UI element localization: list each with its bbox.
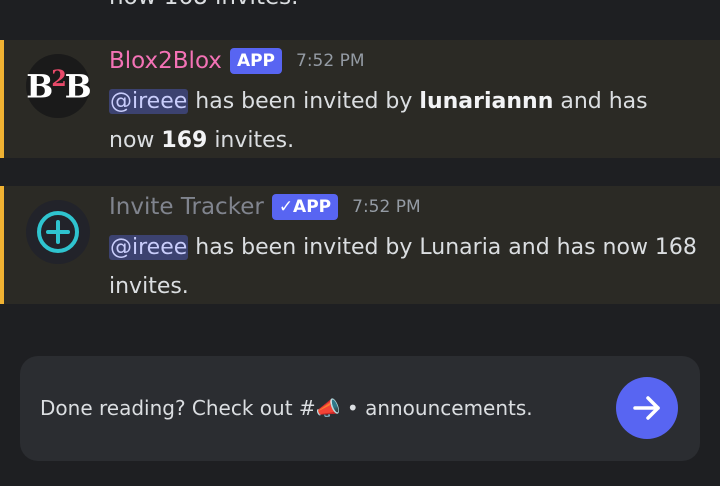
message-text: has been invited by — [188, 89, 420, 114]
user-mention[interactable]: @ireee — [109, 235, 189, 260]
invite-count: 169 — [161, 128, 208, 153]
app-badge: APP — [229, 48, 283, 74]
timestamp: 7:52 PM — [296, 51, 365, 71]
b2b-logo-icon: B2B — [26, 66, 91, 106]
previous-message-text: now 168 invites. — [109, 0, 298, 10]
message-content: @ireee has been invited by Lunaria and h… — [109, 228, 699, 306]
verified-app-badge: ✓APP — [271, 194, 339, 220]
arrow-right-icon — [633, 396, 660, 420]
avatar[interactable]: B2B — [26, 54, 92, 118]
user-mention[interactable]: @ireee — [109, 89, 189, 114]
message-text: has been invited by Lunaria and has now … — [109, 235, 697, 299]
inviter-name: lunariannn — [419, 89, 554, 114]
timestamp: 7:52 PM — [352, 197, 421, 217]
message-header: Invite Tracker ✓APP 7:52 PM — [109, 194, 421, 220]
message-header: Blox2Blox APP 7:52 PM — [109, 48, 365, 74]
username[interactable]: Blox2Blox — [109, 48, 222, 74]
username[interactable]: Invite Tracker — [109, 194, 264, 220]
message-blox2blox[interactable]: B2B Blox2Blox APP 7:52 PM @ireee has bee… — [0, 40, 720, 158]
go-to-channel-button[interactable] — [616, 377, 678, 439]
message-text: invites. — [207, 128, 295, 153]
channel-suggestion-banner[interactable]: Done reading? Check out #📣 • announcemen… — [20, 356, 700, 461]
plus-circle-icon — [37, 211, 79, 253]
message-content: @ireee has been invited by lunariannn an… — [109, 82, 699, 160]
banner-text: Done reading? Check out #📣 • announcemen… — [40, 396, 533, 420]
avatar[interactable] — [26, 200, 90, 264]
message-invite-tracker[interactable]: Invite Tracker ✓APP 7:52 PM @ireee has b… — [0, 186, 720, 304]
